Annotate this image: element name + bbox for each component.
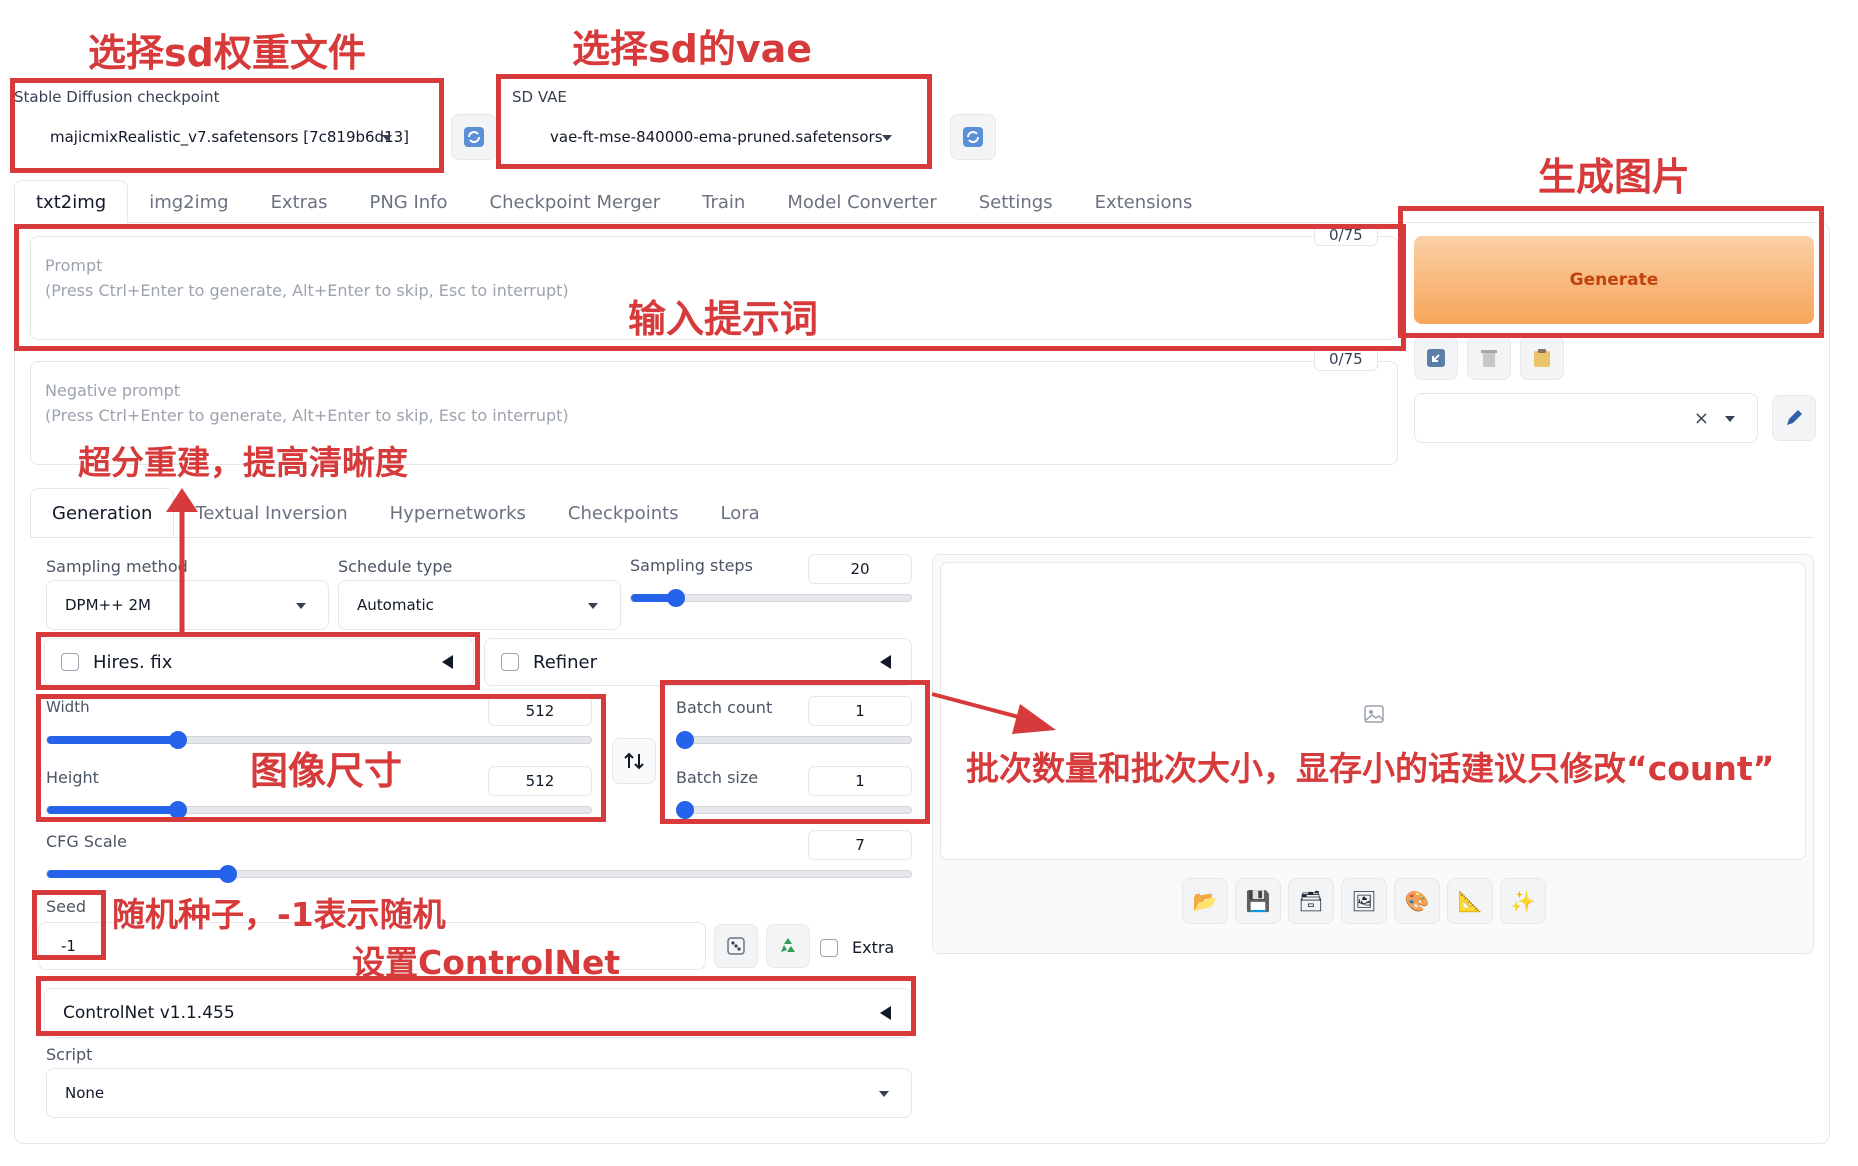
annotation-seed: 随机种子，-1表示随机 — [112, 895, 446, 934]
swap-arrows-icon — [624, 752, 644, 770]
random-seed-button[interactable] — [714, 924, 758, 968]
trash-icon — [1481, 350, 1497, 367]
tab-checkpoint-merger[interactable]: Checkpoint Merger — [469, 180, 682, 224]
sampling-steps-input[interactable]: 20 — [808, 554, 912, 584]
styles-dropdown[interactable]: × — [1414, 393, 1758, 443]
tab-img2img[interactable]: img2img — [128, 180, 249, 224]
extra-checkbox[interactable] — [820, 938, 838, 957]
palette-icon: 🎨 — [1404, 889, 1430, 913]
read-params-button[interactable] — [1414, 336, 1458, 380]
annotation-arrow-up — [166, 488, 198, 636]
upscale-button[interactable]: ✨ — [1500, 878, 1546, 924]
annotation-arrow-right — [931, 692, 1056, 734]
annotation-hires: 超分重建，提高清晰度 — [78, 443, 408, 482]
cfg-scale-label: CFG Scale — [46, 832, 127, 851]
refiner-accordion[interactable]: Refiner — [484, 638, 912, 686]
annotation-box-seed — [32, 890, 106, 960]
script-value: None — [65, 1084, 105, 1102]
chevron-down-icon — [879, 1091, 889, 1097]
annotation-prompt: 输入提示词 — [628, 297, 819, 341]
tab-lora[interactable]: Lora — [700, 491, 781, 535]
send-to-inpaint-button[interactable]: 🎨 — [1394, 878, 1440, 924]
clipboard-icon — [1534, 349, 1550, 367]
annotation-checkpoint: 选择sd权重文件 — [88, 31, 366, 75]
annotation-box-controlnet — [36, 976, 916, 1036]
send-to-extras-button[interactable]: 📐 — [1447, 878, 1493, 924]
tab-checkpoints[interactable]: Checkpoints — [547, 491, 700, 535]
arrow-box-icon — [1427, 349, 1445, 367]
image-gallery[interactable] — [940, 562, 1806, 860]
annotation-box-generate — [1398, 206, 1824, 338]
picture-icon: 🖼 — [1351, 889, 1377, 913]
script-label: Script — [46, 1045, 93, 1064]
chevron-down-icon — [1725, 416, 1735, 422]
refresh-vae-button[interactable] — [950, 114, 996, 160]
sparkles-icon: ✨ — [1510, 889, 1536, 913]
annotation-batch: 批次数量和批次大小，显存小的话建议只修改“count” — [966, 749, 1775, 788]
archive-icon: 🗃 — [1298, 889, 1324, 913]
main-tabs: txt2img img2img Extras PNG Info Checkpoi… — [14, 180, 1213, 224]
recycle-icon — [781, 938, 795, 952]
refiner-checkbox[interactable] — [501, 653, 519, 671]
triangle-ruler-icon: 📐 — [1457, 889, 1483, 913]
tab-png-info[interactable]: PNG Info — [348, 180, 468, 224]
annotation-size: 图像尺寸 — [250, 749, 403, 793]
refresh-icon — [963, 127, 983, 147]
slider-thumb[interactable] — [666, 589, 685, 607]
annotation-box-vae — [496, 74, 932, 169]
sampling-method-value: DPM++ 2M — [65, 596, 151, 614]
tab-extras[interactable]: Extras — [250, 180, 349, 224]
schedule-type-value: Automatic — [357, 596, 434, 614]
save-button[interactable]: 💾 — [1235, 878, 1281, 924]
chevron-down-icon — [588, 603, 598, 609]
negative-prompt-label: Negative prompt — [45, 381, 181, 400]
extra-label: Extra — [852, 938, 895, 957]
annotation-box-hires — [36, 632, 480, 690]
edit-styles-button[interactable] — [1772, 395, 1816, 441]
tab-settings[interactable]: Settings — [958, 180, 1074, 224]
cfg-scale-slider[interactable] — [46, 865, 912, 883]
clear-style-icon[interactable]: × — [1694, 408, 1709, 429]
tab-train[interactable]: Train — [681, 180, 766, 224]
collapse-triangle-icon — [880, 655, 891, 669]
tab-hypernetworks[interactable]: Hypernetworks — [369, 491, 547, 535]
annotation-generate: 生成图片 — [1538, 155, 1691, 199]
sub-tabs: Generation Textual Inversion Hypernetwor… — [30, 488, 781, 538]
tab-generation[interactable]: Generation — [30, 488, 175, 538]
extra-toggle[interactable]: Extra — [820, 938, 894, 957]
clear-prompt-button[interactable] — [1467, 336, 1511, 380]
schedule-type-label: Schedule type — [338, 557, 453, 576]
sampling-steps-slider[interactable] — [630, 589, 912, 607]
tab-txt2img[interactable]: txt2img — [14, 180, 129, 224]
reuse-seed-button[interactable] — [766, 924, 810, 968]
folder-icon: 📂 — [1192, 889, 1218, 913]
annotation-vae: 选择sd的vae — [572, 27, 813, 71]
schedule-type-dropdown[interactable]: Automatic — [338, 580, 621, 630]
refresh-checkpoint-button[interactable] — [451, 114, 497, 160]
cfg-scale-input[interactable]: 7 — [808, 830, 912, 860]
pencil-icon — [1787, 410, 1802, 425]
refiner-label: Refiner — [533, 651, 597, 673]
save-icon: 💾 — [1245, 889, 1271, 913]
sampling-steps-label: Sampling steps — [630, 556, 753, 575]
swap-dimensions-button[interactable] — [612, 738, 656, 784]
negative-prompt-hint: (Press Ctrl+Enter to generate, Alt+Enter… — [45, 406, 569, 425]
dice-icon — [727, 937, 745, 955]
apply-styles-button[interactable] — [1520, 336, 1564, 380]
refresh-icon — [464, 127, 484, 147]
chevron-down-icon — [296, 603, 306, 609]
script-dropdown[interactable]: None — [46, 1068, 912, 1118]
open-folder-button[interactable]: 📂 — [1182, 878, 1228, 924]
sub-tabs-divider — [30, 537, 1814, 538]
zip-button[interactable]: 🗃 — [1288, 878, 1334, 924]
send-to-img2img-button[interactable]: 🖼 — [1341, 878, 1387, 924]
tab-extensions[interactable]: Extensions — [1074, 180, 1214, 224]
tab-model-converter[interactable]: Model Converter — [766, 180, 957, 224]
annotation-box-batch — [660, 680, 930, 824]
annotation-box-checkpoint — [10, 78, 444, 173]
image-placeholder-icon — [1364, 705, 1384, 723]
